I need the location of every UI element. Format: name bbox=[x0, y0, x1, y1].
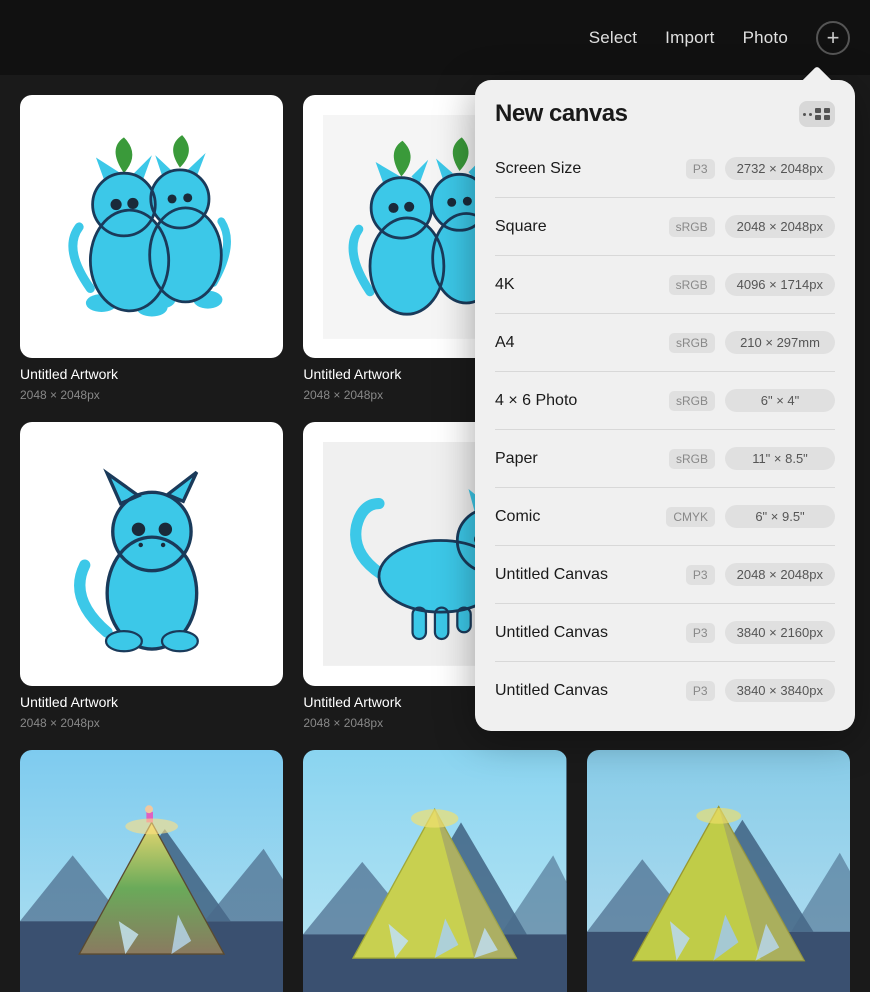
canvas-option-name: Square bbox=[495, 218, 669, 236]
option-divider bbox=[495, 197, 835, 198]
list-item[interactable]: Untitled Artwork 2048 × 2048px bbox=[20, 422, 283, 729]
canvas-option-size: 2048 × 2048px bbox=[725, 215, 835, 238]
new-canvas-dropdown: New canvas Screen Size P3 2732 × 2048px … bbox=[475, 80, 855, 731]
import-nav-item[interactable]: Import bbox=[665, 28, 714, 48]
canvas-option-colorspace: sRGB bbox=[669, 449, 715, 469]
list-item[interactable]: Untitled Artwork 2048 × 2048px bbox=[20, 95, 283, 402]
canvas-option-item[interactable]: Square sRGB 2048 × 2048px bbox=[475, 202, 855, 251]
artwork-size: 2048 × 2048px bbox=[20, 388, 283, 402]
artwork-thumbnail bbox=[20, 422, 283, 685]
canvas-option-name: 4K bbox=[495, 276, 669, 294]
option-divider bbox=[495, 313, 835, 314]
canvas-option-size: 11" × 8.5" bbox=[725, 447, 835, 470]
canvas-option-item[interactable]: 4K sRGB 4096 × 1714px bbox=[475, 260, 855, 309]
dot-icon-1 bbox=[803, 113, 806, 116]
canvas-option-name: 4 × 6 Photo bbox=[495, 392, 669, 410]
dropdown-header: New canvas bbox=[475, 100, 855, 144]
canvas-option-size: 4096 × 1714px bbox=[725, 273, 835, 296]
canvas-option-name: Untitled Canvas bbox=[495, 682, 686, 700]
canvas-option-item[interactable]: Screen Size P3 2732 × 2048px bbox=[475, 144, 855, 193]
select-nav-item[interactable]: Select bbox=[589, 28, 637, 48]
option-divider bbox=[495, 661, 835, 662]
option-divider bbox=[495, 545, 835, 546]
list-item[interactable]: Illustration8 2(1) 3840 × 3840px bbox=[303, 750, 566, 992]
artwork-size: 2048 × 2048px bbox=[20, 716, 283, 730]
canvas-option-colorspace: P3 bbox=[686, 623, 715, 643]
option-divider bbox=[495, 487, 835, 488]
canvas-option-name: Untitled Canvas bbox=[495, 566, 686, 584]
canvas-option-colorspace: P3 bbox=[686, 681, 715, 701]
artwork-thumbnail bbox=[20, 750, 283, 992]
dropdown-icon-button[interactable] bbox=[799, 101, 835, 127]
canvas-option-name: Comic bbox=[495, 508, 666, 526]
option-divider bbox=[495, 255, 835, 256]
top-navigation: Select Import Photo + bbox=[0, 0, 870, 75]
dropdown-title: New canvas bbox=[495, 100, 627, 128]
canvas-option-size: 6" × 4" bbox=[725, 389, 835, 412]
canvas-option-colorspace: sRGB bbox=[669, 391, 715, 411]
canvas-option-colorspace: sRGB bbox=[669, 275, 715, 295]
canvas-option-item[interactable]: Untitled Canvas P3 2048 × 2048px bbox=[475, 550, 855, 599]
artwork-thumbnail bbox=[20, 95, 283, 358]
option-divider bbox=[495, 371, 835, 372]
canvas-options-list: Screen Size P3 2732 × 2048px Square sRGB… bbox=[475, 144, 855, 715]
canvas-option-colorspace: sRGB bbox=[669, 333, 715, 353]
artwork-thumbnail bbox=[303, 750, 566, 992]
dot-icon-2 bbox=[809, 113, 812, 116]
canvas-option-name: Paper bbox=[495, 450, 669, 468]
canvas-option-item[interactable]: Paper sRGB 11" × 8.5" bbox=[475, 434, 855, 483]
artwork-title: Untitled Artwork bbox=[20, 366, 283, 382]
canvas-option-size: 210 × 297mm bbox=[725, 331, 835, 354]
add-button[interactable]: + bbox=[816, 21, 850, 55]
canvas-option-item[interactable]: 4 × 6 Photo sRGB 6" × 4" bbox=[475, 376, 855, 425]
canvas-option-colorspace: sRGB bbox=[669, 217, 715, 237]
canvas-option-size: 2732 × 2048px bbox=[725, 157, 835, 180]
canvas-option-size: 2048 × 2048px bbox=[725, 563, 835, 586]
artwork-title: Untitled Artwork bbox=[20, 694, 283, 710]
plus-icon: + bbox=[827, 25, 840, 51]
canvas-option-size: 3840 × 2160px bbox=[725, 621, 835, 644]
option-divider bbox=[495, 429, 835, 430]
list-item[interactable]: Untitled Artwork 2032 × 2010px bbox=[20, 750, 283, 992]
photo-nav-item[interactable]: Photo bbox=[743, 28, 788, 48]
canvas-option-colorspace: P3 bbox=[686, 565, 715, 585]
canvas-option-size: 3840 × 3840px bbox=[725, 679, 835, 702]
canvas-option-name: Untitled Canvas bbox=[495, 624, 686, 642]
canvas-option-size: 6" × 9.5" bbox=[725, 505, 835, 528]
canvas-option-item[interactable]: A4 sRGB 210 × 297mm bbox=[475, 318, 855, 367]
canvas-option-item[interactable]: Comic CMYK 6" × 9.5" bbox=[475, 492, 855, 541]
canvas-option-colorspace: P3 bbox=[686, 159, 715, 179]
canvas-option-name: Screen Size bbox=[495, 160, 686, 178]
option-divider bbox=[495, 603, 835, 604]
canvas-option-item[interactable]: Untitled Canvas P3 3840 × 3840px bbox=[475, 666, 855, 715]
canvas-option-item[interactable]: Untitled Canvas P3 3840 × 2160px bbox=[475, 608, 855, 657]
canvas-option-colorspace: CMYK bbox=[666, 507, 715, 527]
grid-icon bbox=[815, 108, 831, 120]
canvas-option-name: A4 bbox=[495, 334, 669, 352]
list-item[interactable]: Illustration8 3840 × 3840px bbox=[587, 750, 850, 992]
artwork-thumbnail bbox=[587, 750, 850, 992]
